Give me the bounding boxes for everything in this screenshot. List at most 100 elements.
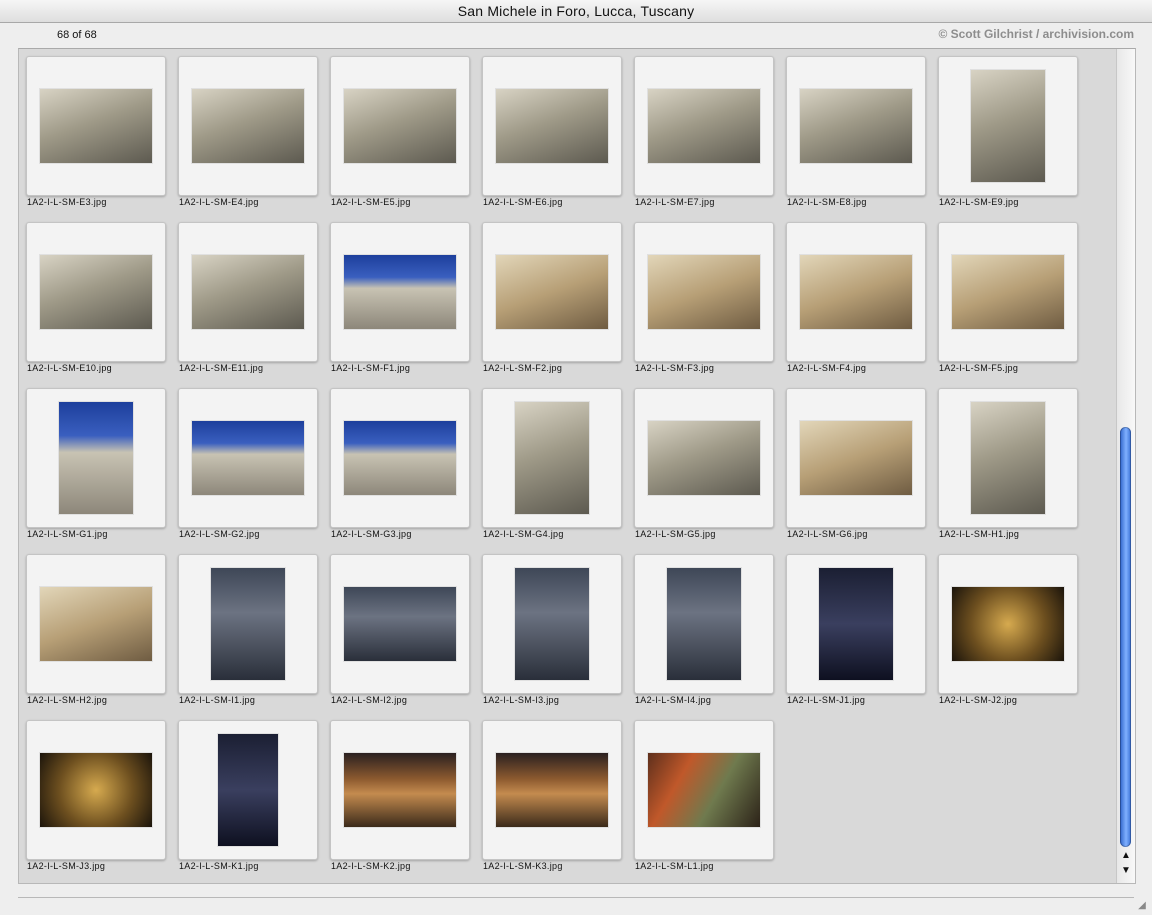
thumbnail-item[interactable]: 1A2-I-L-SM-G3.jpg bbox=[323, 381, 475, 547]
thumbnail-image[interactable] bbox=[496, 89, 608, 163]
thumbnail-card[interactable] bbox=[786, 222, 926, 362]
thumbnail-item[interactable]: 1A2-I-L-SM-J1.jpg bbox=[779, 547, 931, 713]
thumbnail-card[interactable] bbox=[482, 720, 622, 860]
thumbnail-item[interactable]: 1A2-I-L-SM-K2.jpg bbox=[323, 713, 475, 879]
thumbnail-card[interactable] bbox=[634, 56, 774, 196]
thumbnail-item[interactable]: 1A2-I-L-SM-E6.jpg bbox=[475, 49, 627, 215]
thumbnail-item[interactable]: 1A2-I-L-SM-F1.jpg bbox=[323, 215, 475, 381]
thumbnail-item[interactable]: 1A2-I-L-SM-E3.jpg bbox=[19, 49, 171, 215]
thumbnail-card[interactable] bbox=[634, 720, 774, 860]
thumbnail-image[interactable] bbox=[40, 255, 152, 329]
thumbnail-image[interactable] bbox=[59, 402, 133, 514]
thumbnail-card[interactable] bbox=[178, 720, 318, 860]
thumbnail-image[interactable] bbox=[800, 89, 912, 163]
thumbnail-card[interactable] bbox=[634, 222, 774, 362]
thumbnail-card[interactable] bbox=[330, 554, 470, 694]
thumbnail-card[interactable] bbox=[786, 56, 926, 196]
thumbnail-card[interactable] bbox=[786, 554, 926, 694]
thumbnail-image[interactable] bbox=[971, 402, 1045, 514]
thumbnail-item[interactable]: 1A2-I-L-SM-E8.jpg bbox=[779, 49, 931, 215]
thumbnail-card[interactable] bbox=[178, 554, 318, 694]
thumbnail-item[interactable]: 1A2-I-L-SM-E10.jpg bbox=[19, 215, 171, 381]
thumbnail-item[interactable]: 1A2-I-L-SM-G2.jpg bbox=[171, 381, 323, 547]
thumbnail-image[interactable] bbox=[971, 70, 1045, 182]
thumbnail-image[interactable] bbox=[648, 753, 760, 827]
thumbnail-image[interactable] bbox=[344, 421, 456, 495]
thumbnail-item[interactable]: 1A2-I-L-SM-G6.jpg bbox=[779, 381, 931, 547]
vertical-scrollbar[interactable]: ▲ ▼ bbox=[1116, 49, 1135, 883]
thumbnail-item[interactable]: 1A2-I-L-SM-K1.jpg bbox=[171, 713, 323, 879]
thumbnail-card[interactable] bbox=[178, 56, 318, 196]
thumbnail-card[interactable] bbox=[330, 56, 470, 196]
thumbnail-card[interactable] bbox=[482, 56, 622, 196]
thumbnail-card[interactable] bbox=[26, 388, 166, 528]
thumbnail-card[interactable] bbox=[26, 222, 166, 362]
thumbnail-image[interactable] bbox=[952, 255, 1064, 329]
scroll-down-arrow-icon[interactable]: ▼ bbox=[1117, 864, 1135, 878]
thumbnail-item[interactable]: 1A2-I-L-SM-I2.jpg bbox=[323, 547, 475, 713]
thumbnail-image[interactable] bbox=[40, 753, 152, 827]
thumbnail-image[interactable] bbox=[515, 402, 589, 514]
thumbnail-item[interactable]: 1A2-I-L-SM-E4.jpg bbox=[171, 49, 323, 215]
thumbnail-image[interactable] bbox=[192, 421, 304, 495]
thumbnail-image[interactable] bbox=[800, 255, 912, 329]
thumbnail-image[interactable] bbox=[648, 421, 760, 495]
thumbnail-card[interactable] bbox=[938, 222, 1078, 362]
thumbnail-card[interactable] bbox=[634, 554, 774, 694]
thumbnail-card[interactable] bbox=[330, 388, 470, 528]
thumbnail-card[interactable] bbox=[26, 56, 166, 196]
thumbnail-image[interactable] bbox=[218, 734, 278, 846]
thumbnail-item[interactable]: 1A2-I-L-SM-H1.jpg bbox=[931, 381, 1083, 547]
thumbnail-card[interactable] bbox=[178, 388, 318, 528]
thumbnail-card[interactable] bbox=[938, 388, 1078, 528]
thumbnail-card[interactable] bbox=[26, 554, 166, 694]
thumbnail-image[interactable] bbox=[344, 255, 456, 329]
thumbnail-item[interactable]: 1A2-I-L-SM-K3.jpg bbox=[475, 713, 627, 879]
thumbnail-image[interactable] bbox=[40, 587, 152, 661]
thumbnail-image[interactable] bbox=[344, 753, 456, 827]
thumbnail-item[interactable]: 1A2-I-L-SM-G4.jpg bbox=[475, 381, 627, 547]
thumbnail-image[interactable] bbox=[819, 568, 893, 680]
thumbnail-image[interactable] bbox=[40, 89, 152, 163]
thumbnail-image[interactable] bbox=[952, 587, 1064, 661]
thumbnail-image[interactable] bbox=[211, 568, 285, 680]
window-title-bar[interactable]: San Michele in Foro, Lucca, Tuscany bbox=[0, 0, 1152, 23]
thumbnail-image[interactable] bbox=[192, 89, 304, 163]
thumbnail-card[interactable] bbox=[178, 222, 318, 362]
resize-grip-icon[interactable]: ◢ bbox=[1136, 900, 1148, 912]
thumbnail-item[interactable]: 1A2-I-L-SM-I1.jpg bbox=[171, 547, 323, 713]
thumbnail-card[interactable] bbox=[482, 554, 622, 694]
thumbnail-item[interactable]: 1A2-I-L-SM-E9.jpg bbox=[931, 49, 1083, 215]
thumbnail-card[interactable] bbox=[330, 720, 470, 860]
thumbnail-image[interactable] bbox=[496, 255, 608, 329]
thumbnail-item[interactable]: 1A2-I-L-SM-F5.jpg bbox=[931, 215, 1083, 381]
thumbnail-item[interactable]: 1A2-I-L-SM-E7.jpg bbox=[627, 49, 779, 215]
thumbnail-item[interactable]: 1A2-I-L-SM-H2.jpg bbox=[19, 547, 171, 713]
thumbnail-item[interactable]: 1A2-I-L-SM-G1.jpg bbox=[19, 381, 171, 547]
thumbnail-item[interactable]: 1A2-I-L-SM-E5.jpg bbox=[323, 49, 475, 215]
thumbnail-card[interactable] bbox=[26, 720, 166, 860]
thumbnail-image[interactable] bbox=[800, 421, 912, 495]
thumbnail-item[interactable]: 1A2-I-L-SM-J2.jpg bbox=[931, 547, 1083, 713]
thumbnail-card[interactable] bbox=[938, 56, 1078, 196]
thumbnail-card[interactable] bbox=[634, 388, 774, 528]
thumbnail-item[interactable]: 1A2-I-L-SM-E11.jpg bbox=[171, 215, 323, 381]
thumbnail-image[interactable] bbox=[648, 89, 760, 163]
thumbnail-card[interactable] bbox=[786, 388, 926, 528]
thumbnail-image[interactable] bbox=[496, 753, 608, 827]
thumbnail-item[interactable]: 1A2-I-L-SM-F3.jpg bbox=[627, 215, 779, 381]
thumbnail-card[interactable] bbox=[482, 388, 622, 528]
thumbnail-image[interactable] bbox=[192, 255, 304, 329]
thumbnail-image[interactable] bbox=[648, 255, 760, 329]
scroll-up-arrow-icon[interactable]: ▲ bbox=[1117, 849, 1135, 863]
thumbnail-item[interactable]: 1A2-I-L-SM-F4.jpg bbox=[779, 215, 931, 381]
thumbnail-card[interactable] bbox=[330, 222, 470, 362]
thumbnail-item[interactable]: 1A2-I-L-SM-G5.jpg bbox=[627, 381, 779, 547]
scrollbar-thumb[interactable] bbox=[1120, 427, 1131, 847]
thumbnail-item[interactable]: 1A2-I-L-SM-I4.jpg bbox=[627, 547, 779, 713]
thumbnail-item[interactable]: 1A2-I-L-SM-J3.jpg bbox=[19, 713, 171, 879]
thumbnail-card[interactable] bbox=[482, 222, 622, 362]
thumbnail-image[interactable] bbox=[667, 568, 741, 680]
thumbnail-image[interactable] bbox=[344, 587, 456, 661]
thumbnail-item[interactable]: 1A2-I-L-SM-F2.jpg bbox=[475, 215, 627, 381]
